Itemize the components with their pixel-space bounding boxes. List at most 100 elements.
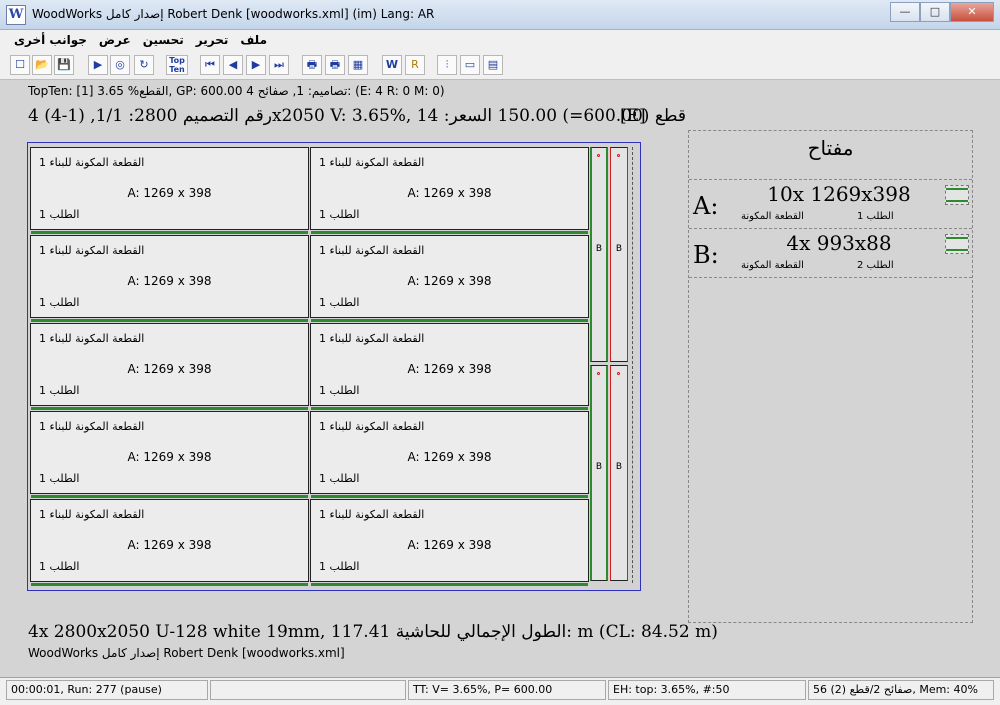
part-dims: A: 1269 x 398 xyxy=(407,362,492,376)
strip-label: B xyxy=(595,462,603,473)
part-name: القطعة المكونة للبناء 1 xyxy=(39,420,145,433)
topten-button[interactable]: Top Ten xyxy=(166,55,188,75)
material-summary: 4x 2800x2050 U-128 white 19mm, 117.41 ال… xyxy=(28,622,718,642)
board-part[interactable]: القطعة المكونة للبناء 1 A: 1269 x 398 ال… xyxy=(310,323,589,410)
board-part[interactable]: القطعة المكونة للبناء 1 A: 1269 x 398 ال… xyxy=(30,235,309,322)
legend-dims: 10x 1269x398 xyxy=(767,182,911,206)
legend-divider xyxy=(689,277,972,278)
next-icon[interactable]: ▶ xyxy=(246,55,266,75)
part-dims: A: 1269 x 398 xyxy=(127,538,212,552)
minimize-button[interactable]: — xyxy=(890,2,920,22)
board-part[interactable]: القطعة المكونة للبناء 1 A: 1269 x 398 ال… xyxy=(310,411,589,498)
legend-title: مفتاح xyxy=(807,136,854,160)
board-part[interactable]: القطعة المكونة للبناء 1 A: 1269 x 398 ال… xyxy=(30,499,309,586)
sliders-icon[interactable]: ⫶ xyxy=(437,55,457,75)
part-dims: A: 1269 x 398 xyxy=(407,186,492,200)
board-strip[interactable]: B xyxy=(610,147,628,362)
strip-label: B xyxy=(615,243,623,254)
close-button[interactable]: ✕ xyxy=(950,2,994,22)
board-part[interactable]: القطعة المكونة للبناء 1 A: 1269 x 398 ال… xyxy=(30,147,309,234)
menu-view[interactable]: عرض xyxy=(93,30,137,52)
status-time: 00:00:01, Run: 277 (pause) xyxy=(6,680,208,700)
menu-file[interactable]: ملف xyxy=(234,30,273,52)
status-tt: TT: V= 3.65%, P= 600.00 xyxy=(408,680,606,700)
board-part[interactable]: القطعة المكونة للبناء 1 A: 1269 x 398 ال… xyxy=(310,235,589,322)
menu-optimize[interactable]: تحسين xyxy=(137,30,190,52)
stop-icon[interactable]: ◎ xyxy=(110,55,130,75)
board-part[interactable]: القطعة المكونة للبناء 1 A: 1269 x 398 ال… xyxy=(30,323,309,410)
part-order: الطلب 1 xyxy=(39,384,80,397)
part-order: الطلب 1 xyxy=(39,296,80,309)
part-order: الطلب 1 xyxy=(39,560,80,573)
woodworks-icon[interactable]: W xyxy=(382,55,402,75)
topten-info: TopTen: [1] 3.65 %القطع, GP: 600.00 4 تص… xyxy=(28,84,445,98)
part-order: الطلب 1 xyxy=(319,296,360,309)
run-optimize-icon[interactable]: ▶ xyxy=(88,55,108,75)
legend-part: القطعة المكونة xyxy=(741,260,804,271)
part-dims: A: 1269 x 398 xyxy=(407,274,492,288)
part-order: الطلب 1 xyxy=(319,472,360,485)
part-dims: A: 1269 x 398 xyxy=(407,450,492,464)
new-file-icon[interactable]: ☐ xyxy=(10,55,30,75)
part-order: الطلب 1 xyxy=(319,208,360,221)
part-name: القطعة المكونة للبناء 1 xyxy=(39,332,145,345)
status-bar: 00:00:01, Run: 277 (pause) TT: V= 3.65%,… xyxy=(0,677,1000,705)
part-dims: A: 1269 x 398 xyxy=(127,274,212,288)
maximize-button[interactable]: □ xyxy=(920,2,950,22)
board-strip[interactable]: B xyxy=(610,365,628,581)
part-name: القطعة المكونة للبناء 1 xyxy=(319,508,425,521)
board-part[interactable]: القطعة المكونة للبناء 1 A: 1269 x 398 ال… xyxy=(310,499,589,586)
part-order: الطلب 1 xyxy=(39,472,80,485)
key-icon[interactable]: R xyxy=(405,55,425,75)
version-text: WoodWorks إصدار كامل Robert Denk [woodwo… xyxy=(28,646,345,660)
part-dims: A: 1269 x 398 xyxy=(127,186,212,200)
board-part[interactable]: القطعة المكونة للبناء 1 A: 1269 x 398 ال… xyxy=(30,411,309,498)
design-info: 4 (4-1) ,1/1 :رقم التصميم 2800x2050 V: 3… xyxy=(28,106,686,126)
legend-swatch xyxy=(945,185,969,205)
window-view-icon[interactable]: ▭ xyxy=(460,55,480,75)
status-sheets: 56 (2) صفائح 2/قطع, Mem: 40% xyxy=(808,680,994,700)
board-part[interactable]: القطعة المكونة للبناء 1 A: 1269 x 398 ال… xyxy=(310,147,589,234)
part-order: الطلب 1 xyxy=(319,384,360,397)
first-icon[interactable]: ⏮ xyxy=(200,55,220,75)
grid-icon[interactable]: ▦ xyxy=(348,55,368,75)
status-empty xyxy=(210,680,406,700)
legend-swatch xyxy=(945,234,969,254)
list-view-icon[interactable]: ▤ xyxy=(483,55,503,75)
legend-order: الطلب 1 xyxy=(857,211,894,222)
legend-panel: مفتاح A: 10x 1269x398 القطعة المكونة الط… xyxy=(688,130,973,623)
print-preview-icon[interactable]: 🖶 xyxy=(325,55,345,75)
previous-icon[interactable]: ◀ xyxy=(223,55,243,75)
edge-tag: [E] xyxy=(620,106,646,126)
part-order: الطلب 1 xyxy=(319,560,360,573)
board-strip[interactable]: B xyxy=(590,365,608,581)
menu-other[interactable]: جوانب أخرى xyxy=(8,30,93,52)
refresh-icon[interactable]: ↻ xyxy=(134,55,154,75)
board-strip[interactable]: B xyxy=(590,147,608,362)
part-name: القطعة المكونة للبناء 1 xyxy=(39,244,145,257)
legend-row-b[interactable]: B: 4x 993x88 القطعة المكونة الطلب 2 xyxy=(689,228,972,276)
legend-part: القطعة المكونة xyxy=(741,211,804,222)
cutting-board[interactable]: القطعة المكونة للبناء 1 A: 1269 x 398 ال… xyxy=(27,142,641,591)
save-icon[interactable]: 💾 xyxy=(54,55,74,75)
legend-letter: A: xyxy=(693,192,719,220)
part-dims: A: 1269 x 398 xyxy=(127,362,212,376)
legend-dims: 4x 993x88 xyxy=(786,231,892,255)
legend-row-a[interactable]: A: 10x 1269x398 القطعة المكونة الطلب 1 xyxy=(689,179,972,227)
part-name: القطعة المكونة للبناء 1 xyxy=(319,156,425,169)
part-name: القطعة المكونة للبناء 1 xyxy=(319,332,425,345)
legend-letter: B: xyxy=(693,241,719,269)
waste-line xyxy=(632,147,633,583)
print-icon[interactable]: 🖶 xyxy=(302,55,322,75)
title-bar[interactable]: W WoodWorks إصدار كامل Robert Denk [wood… xyxy=(0,0,1000,30)
part-dims: A: 1269 x 398 xyxy=(407,538,492,552)
last-icon[interactable]: ⏭ xyxy=(269,55,289,75)
strip-label: B xyxy=(595,243,603,254)
part-dims: A: 1269 x 398 xyxy=(127,450,212,464)
menu-edit[interactable]: تحرير xyxy=(190,30,235,52)
app-window: W WoodWorks إصدار كامل Robert Denk [wood… xyxy=(0,0,1000,705)
open-folder-icon[interactable]: 📂 xyxy=(32,55,52,75)
part-name: القطعة المكونة للبناء 1 xyxy=(39,508,145,521)
part-order: الطلب 1 xyxy=(39,208,80,221)
strip-label: B xyxy=(615,462,623,473)
